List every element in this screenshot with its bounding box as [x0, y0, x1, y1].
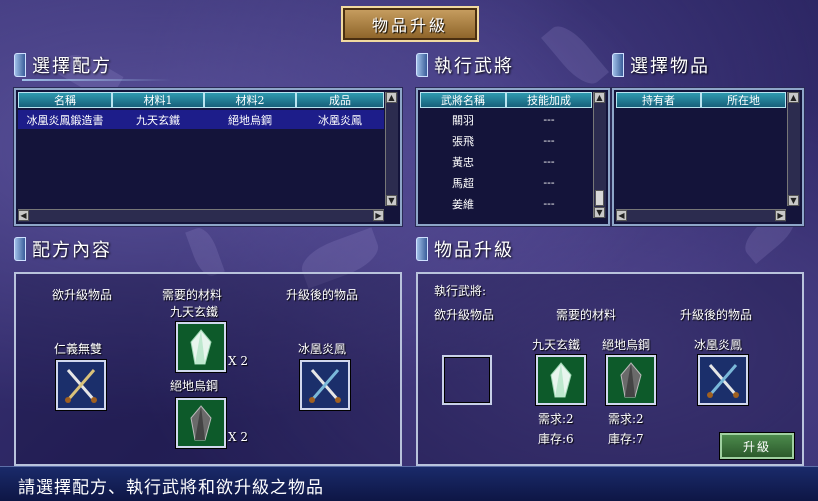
col-location[interactable]: 所在地 — [701, 92, 786, 108]
material2-name: 絕地烏鋼 — [170, 379, 219, 393]
material2-name: 絕地烏鋼 — [602, 338, 651, 352]
scroll-left-icon[interactable]: ◀ — [18, 210, 29, 221]
upgrade-item-slot[interactable] — [442, 355, 492, 405]
section-marker-icon — [612, 53, 624, 77]
table-row[interactable]: 張飛 --- — [420, 131, 592, 150]
upgrade-item-name: 仁義無雙 — [54, 342, 103, 356]
general-select-title: 執行武將 — [416, 52, 514, 78]
recipe-detail-title: 配方內容 — [14, 236, 112, 262]
recipe-list[interactable]: 名稱 材料1 材料2 成品 冰凰炎鳳鍛造書 九天玄鐵 絕地烏鋼 冰凰炎鳳 ▲ ▼… — [14, 88, 402, 226]
scroll-right-icon[interactable]: ▶ — [775, 210, 786, 221]
window-title: 物品升級 — [341, 6, 479, 42]
col-holder[interactable]: 持有者 — [616, 92, 701, 108]
general-list[interactable]: 武將名稱 技能加成 關羽 --- 張飛 --- 黃忠 --- 馬超 --- 姜維… — [416, 88, 610, 226]
general-list-vscroll[interactable]: ▲ ▼ — [593, 92, 606, 218]
result-name: 冰凰炎鳳 — [694, 338, 743, 352]
scroll-down-icon[interactable]: ▼ — [386, 195, 397, 206]
col-material2[interactable]: 材料2 — [204, 92, 296, 108]
result-name: 冰凰炎鳳 — [298, 342, 347, 356]
upgrade-item-label: 欲升級物品 — [52, 288, 113, 302]
scroll-down-icon[interactable]: ▼ — [594, 207, 605, 218]
recipe-select-title: 選擇配方 — [14, 52, 172, 81]
section-marker-icon — [14, 53, 26, 77]
dark-ore-icon[interactable] — [606, 355, 656, 405]
status-bar: 請選擇配方、執行武將和欲升級之物品 — [0, 466, 818, 501]
table-row[interactable]: 黃忠 --- — [420, 152, 592, 171]
scroll-up-icon[interactable]: ▲ — [386, 92, 397, 103]
result-label: 升級後的物品 — [286, 288, 359, 302]
col-skill-bonus[interactable]: 技能加成 — [506, 92, 592, 108]
crystal-ore-icon[interactable] — [536, 355, 586, 405]
result-label: 升級後的物品 — [680, 308, 753, 322]
table-row[interactable]: 關羽 --- — [420, 110, 592, 129]
table-row[interactable]: 冰凰炎鳳鍛造書 九天玄鐵 絕地烏鋼 冰凰炎鳳 — [18, 110, 384, 129]
section-marker-icon — [416, 53, 428, 77]
recipe-list-vscroll[interactable]: ▲ ▼ — [385, 92, 398, 206]
scroll-thumb[interactable] — [595, 190, 604, 206]
general-label: 執行武將: — [434, 284, 487, 298]
scroll-left-icon[interactable]: ◀ — [616, 210, 627, 221]
col-general-name[interactable]: 武將名稱 — [420, 92, 506, 108]
crossed-swords-icon[interactable] — [300, 360, 350, 410]
dark-ore-icon[interactable] — [176, 398, 226, 448]
material1-need: 需求:2 — [538, 412, 574, 426]
materials-label: 需要的材料 — [556, 308, 617, 322]
material2-stock: 庫存:7 — [608, 432, 644, 446]
crossed-swords-icon[interactable] — [698, 355, 748, 405]
section-marker-icon — [14, 237, 26, 261]
material2-qty: X 2 — [228, 430, 248, 444]
material1-name: 九天玄鐵 — [532, 338, 581, 352]
item-list-header: 持有者 所在地 — [616, 92, 786, 108]
recipe-list-hscroll[interactable]: ◀ ▶ — [18, 209, 384, 222]
material1-qty: X 2 — [228, 354, 248, 368]
scroll-up-icon[interactable]: ▲ — [594, 92, 605, 103]
item-list-hscroll[interactable]: ◀ ▶ — [616, 209, 786, 222]
general-list-header: 武將名稱 技能加成 — [420, 92, 592, 108]
table-row[interactable]: 姜維 --- — [420, 194, 592, 213]
material2-need: 需求:2 — [608, 412, 644, 426]
item-select-title: 選擇物品 — [612, 52, 710, 78]
recipe-list-header: 名稱 材料1 材料2 成品 — [18, 92, 384, 108]
item-upgrade-title: 物品升級 — [416, 236, 514, 262]
item-list[interactable]: 持有者 所在地 ▲ ▼ ◀ ▶ — [612, 88, 804, 226]
col-name[interactable]: 名稱 — [18, 92, 112, 108]
material1-name: 九天玄鐵 — [170, 305, 219, 319]
crossed-swords-icon[interactable] — [56, 360, 106, 410]
col-product[interactable]: 成品 — [296, 92, 384, 108]
item-list-vscroll[interactable]: ▲ ▼ — [787, 92, 800, 206]
upgrade-item-label: 欲升級物品 — [434, 308, 495, 322]
table-row[interactable]: 馬超 --- — [420, 173, 592, 192]
scroll-right-icon[interactable]: ▶ — [373, 210, 384, 221]
materials-label: 需要的材料 — [162, 288, 223, 302]
material1-stock: 庫存:6 — [538, 432, 574, 446]
scroll-up-icon[interactable]: ▲ — [788, 92, 799, 103]
background-petal — [541, 18, 609, 92]
col-material1[interactable]: 材料1 — [112, 92, 204, 108]
crystal-ore-icon[interactable] — [176, 322, 226, 372]
section-marker-icon — [416, 237, 428, 261]
upgrade-button[interactable]: 升級 — [720, 433, 794, 459]
status-text: 請選擇配方、執行武將和欲升級之物品 — [18, 478, 324, 498]
scroll-down-icon[interactable]: ▼ — [788, 195, 799, 206]
